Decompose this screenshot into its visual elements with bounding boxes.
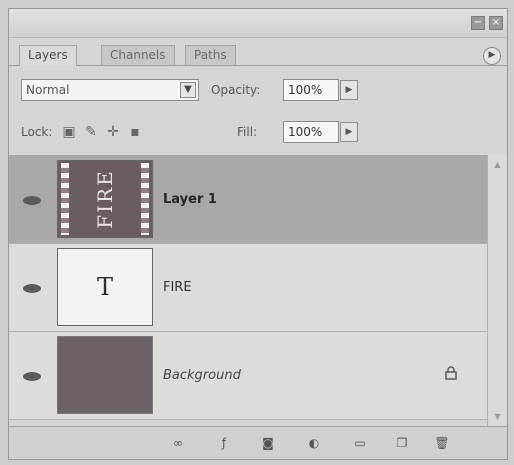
close-icon[interactable]: × [489, 16, 503, 30]
thumbnail-text: FIRE [93, 169, 117, 229]
add-mask-icon[interactable]: ◙ [259, 435, 277, 451]
minimize-icon[interactable]: − [471, 16, 485, 30]
adjustment-layer-icon[interactable]: ◐ [305, 435, 323, 451]
layer-thumbnail [57, 336, 153, 414]
lock-position-icon[interactable]: ✛ [105, 124, 121, 140]
fill-slider-button[interactable]: ▶ [340, 122, 358, 142]
layer-name[interactable]: FIRE [163, 280, 192, 295]
add-style-icon[interactable]: ƒ [215, 435, 233, 451]
tab-channels[interactable]: Channels [101, 45, 175, 65]
chevron-down-icon[interactable]: ▼ [180, 82, 196, 98]
layers-panel: − × Layers Channels Paths ▶ Normal ▼ Opa… [8, 8, 508, 460]
lock-row: Lock: ▣ ✎ ✛ ▪ Fill: 100% ▶ [9, 113, 507, 153]
blend-mode-value: Normal [26, 83, 70, 97]
layer-row-fire[interactable]: T FIRE [9, 244, 487, 332]
lock-image-icon[interactable]: ✎ [83, 124, 99, 140]
layer-row-layer-1[interactable]: FIRE Layer 1 [9, 156, 487, 244]
layer-name[interactable]: Background [163, 368, 241, 383]
blend-mode-select[interactable]: Normal ▼ [21, 79, 199, 101]
scroll-up-icon[interactable]: ▲ [488, 157, 507, 173]
fill-label: Fill: [237, 125, 258, 139]
text-layer-thumbnail: T [57, 248, 153, 326]
scroll-down-icon[interactable]: ▼ [488, 409, 507, 425]
layers-list: FIRE Layer 1 T FIRE Background [9, 155, 487, 428]
opacity-slider-button[interactable]: ▶ [340, 80, 358, 100]
lock-all-icon[interactable]: ▪ [127, 124, 143, 140]
opacity-label: Opacity: [211, 83, 261, 97]
panel-menu-icon[interactable]: ▶ [483, 47, 501, 65]
visibility-eye-icon[interactable] [19, 368, 45, 384]
blend-row: Normal ▼ Opacity: 100% ▶ [9, 73, 507, 107]
layer-thumbnail: FIRE [57, 160, 153, 238]
visibility-eye-icon[interactable] [19, 280, 45, 296]
opacity-field[interactable]: 100% [283, 79, 339, 101]
text-layer-icon: T [96, 273, 113, 301]
layer-row-background[interactable]: Background [9, 332, 487, 420]
delete-layer-icon[interactable]: 🗑 [433, 435, 451, 451]
link-icon[interactable]: ∞ [169, 435, 187, 451]
layers-footer-toolbar: ∞ ƒ ◙ ◐ ▭ ❐ 🗑 [9, 426, 507, 459]
lock-transparent-icon[interactable]: ▣ [61, 124, 77, 140]
lock-icon [445, 366, 457, 380]
tab-layers[interactable]: Layers [19, 45, 77, 66]
panel-titlebar: − × [9, 9, 507, 38]
lock-label: Lock: [21, 125, 53, 139]
tab-paths[interactable]: Paths [185, 45, 236, 65]
layer-name[interactable]: Layer 1 [163, 192, 217, 207]
visibility-eye-icon[interactable] [19, 192, 45, 208]
new-group-icon[interactable]: ▭ [351, 435, 369, 451]
panel-tabs: Layers Channels Paths ▶ [9, 39, 507, 66]
layers-scrollbar[interactable]: ▲ ▼ [487, 155, 507, 427]
fill-field[interactable]: 100% [283, 121, 339, 143]
new-layer-icon[interactable]: ❐ [393, 435, 411, 451]
